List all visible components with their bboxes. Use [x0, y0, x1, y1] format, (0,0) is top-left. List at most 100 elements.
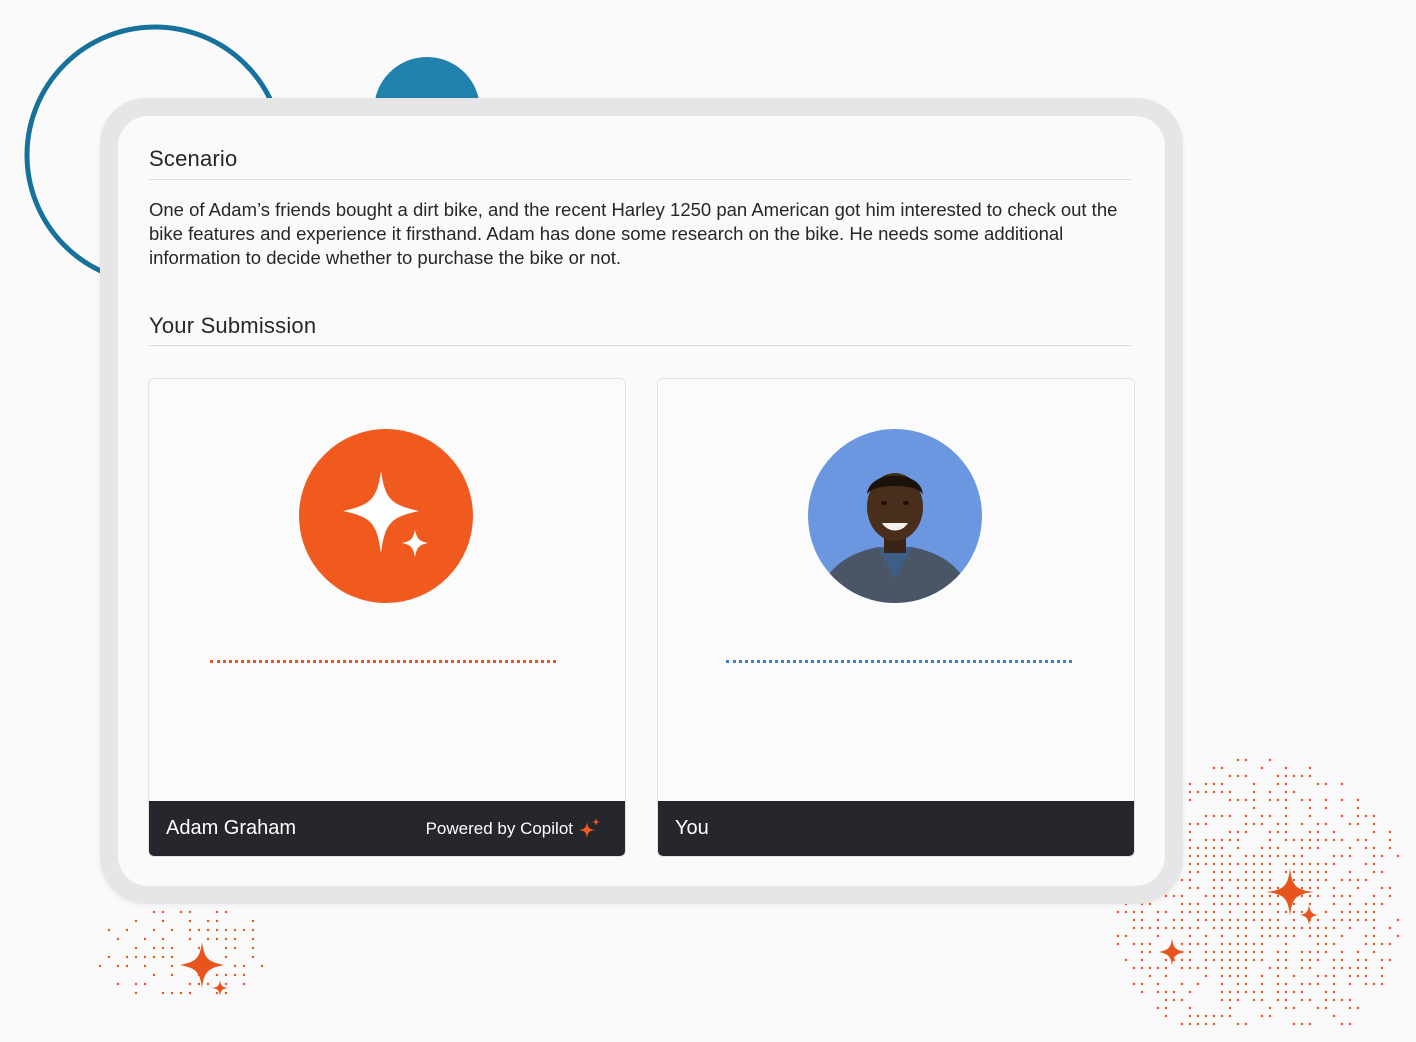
decorative-dot — [1244, 910, 1248, 914]
decorative-dot — [1212, 910, 1216, 914]
decorative-dot — [1260, 982, 1264, 986]
decorative-dot — [1260, 886, 1264, 890]
decorative-dot — [1204, 958, 1208, 962]
decorative-dot — [1372, 894, 1376, 898]
decorative-dot — [206, 919, 210, 923]
decorative-dot — [1228, 878, 1232, 882]
decorative-dot — [1140, 982, 1144, 986]
decorative-dot — [1236, 830, 1240, 834]
decorative-dot — [1196, 846, 1200, 850]
decorative-dot — [1188, 934, 1192, 938]
decorative-dot — [1308, 886, 1312, 890]
decorative-dot — [1292, 902, 1296, 906]
decorative-dot — [224, 973, 228, 977]
decorative-dot — [1188, 798, 1192, 802]
powered-by-badge: Powered by Copilot — [426, 818, 601, 840]
decorative-dot — [1228, 902, 1232, 906]
decorative-dot — [1164, 958, 1168, 962]
decorative-dot — [1356, 838, 1360, 842]
decorative-dot — [1356, 878, 1360, 882]
decorative-dot — [1188, 870, 1192, 874]
copilot-sparkle-icon — [299, 429, 473, 603]
decorative-dot — [1204, 782, 1208, 786]
decorative-dot — [1236, 862, 1240, 866]
decorative-dot — [1244, 774, 1248, 778]
decorative-dot — [1244, 854, 1248, 858]
decorative-dot — [251, 946, 255, 950]
decorative-dot — [143, 964, 147, 968]
decorative-dot — [197, 928, 201, 932]
decorative-dot — [1236, 918, 1240, 922]
decorative-dot — [1220, 990, 1224, 994]
decorative-dot — [1244, 798, 1248, 802]
decorative-dot — [1252, 798, 1256, 802]
submission-divider — [149, 345, 1131, 346]
decorative-dot — [1204, 942, 1208, 946]
decorative-dot — [116, 937, 120, 941]
decorative-dot — [242, 964, 246, 968]
decorative-dot — [1316, 974, 1320, 978]
decorative-dot — [1156, 990, 1160, 994]
decorative-dot — [1196, 1014, 1200, 1018]
decorative-dot — [1260, 854, 1264, 858]
decorative-dot — [98, 964, 102, 968]
decorative-dot — [1340, 998, 1344, 1002]
decorative-dot — [1244, 958, 1248, 962]
decorative-dot — [1188, 990, 1192, 994]
decorative-dot — [1292, 854, 1296, 858]
decorative-dot — [1284, 814, 1288, 818]
decorative-dot — [1268, 934, 1272, 938]
decorative-dot — [1188, 830, 1192, 834]
decorative-dot — [215, 991, 219, 995]
decorative-dot — [1220, 790, 1224, 794]
decorative-dot — [1284, 830, 1288, 834]
decorative-dot — [1300, 798, 1304, 802]
decorative-dot — [1316, 782, 1320, 786]
decorative-dot — [1308, 918, 1312, 922]
decorative-dot — [1188, 950, 1192, 954]
scenario-card: Scenario One of Adam’s friends bought a … — [118, 116, 1165, 886]
decorative-dot — [1196, 790, 1200, 794]
decorative-dot — [1204, 838, 1208, 842]
decorative-dot — [1244, 830, 1248, 834]
decorative-dot — [1236, 878, 1240, 882]
participant-name: You — [675, 817, 709, 839]
decorative-dot — [1220, 918, 1224, 922]
decorative-dot — [1308, 910, 1312, 914]
decorative-dot — [1340, 950, 1344, 954]
participant-card-adam[interactable]: Adam Graham Powered by Copilot — [148, 378, 626, 857]
decorative-dot — [215, 919, 219, 923]
decorative-dot — [143, 955, 147, 959]
decorative-dot — [1284, 798, 1288, 802]
decorative-dot — [1396, 854, 1400, 858]
decorative-dot — [1156, 934, 1160, 938]
decorative-dot — [233, 928, 237, 932]
decorative-dot — [1180, 942, 1184, 946]
decorative-dot — [1300, 1022, 1304, 1026]
decorative-dot — [179, 910, 183, 914]
decorative-dot — [1164, 974, 1168, 978]
decorative-dot — [242, 982, 246, 986]
decorative-dot — [1212, 1014, 1216, 1018]
decorative-dot — [1236, 1022, 1240, 1026]
decorative-dot — [1284, 790, 1288, 794]
decorative-dot — [1324, 806, 1328, 810]
decorative-dot — [1260, 1014, 1264, 1018]
decorative-dot — [1268, 846, 1272, 850]
decorative-dot — [1276, 798, 1280, 802]
decorative-dot — [1252, 902, 1256, 906]
decorative-dot — [1228, 1006, 1232, 1010]
decorative-dot — [1332, 886, 1336, 890]
decorative-dot — [1332, 894, 1336, 898]
decorative-dot — [161, 910, 165, 914]
decorative-dot — [1260, 814, 1264, 818]
decorative-dot — [1284, 1006, 1288, 1010]
decorative-dot — [1268, 926, 1272, 930]
decorative-dot — [1196, 926, 1200, 930]
decorative-dot — [1228, 1014, 1232, 1018]
decorative-dot — [1260, 990, 1264, 994]
decorative-dot — [1308, 846, 1312, 850]
decorative-dot — [1244, 950, 1248, 954]
participant-card-you[interactable]: You — [657, 378, 1135, 857]
waveform-placeholder-blue — [726, 660, 1072, 663]
